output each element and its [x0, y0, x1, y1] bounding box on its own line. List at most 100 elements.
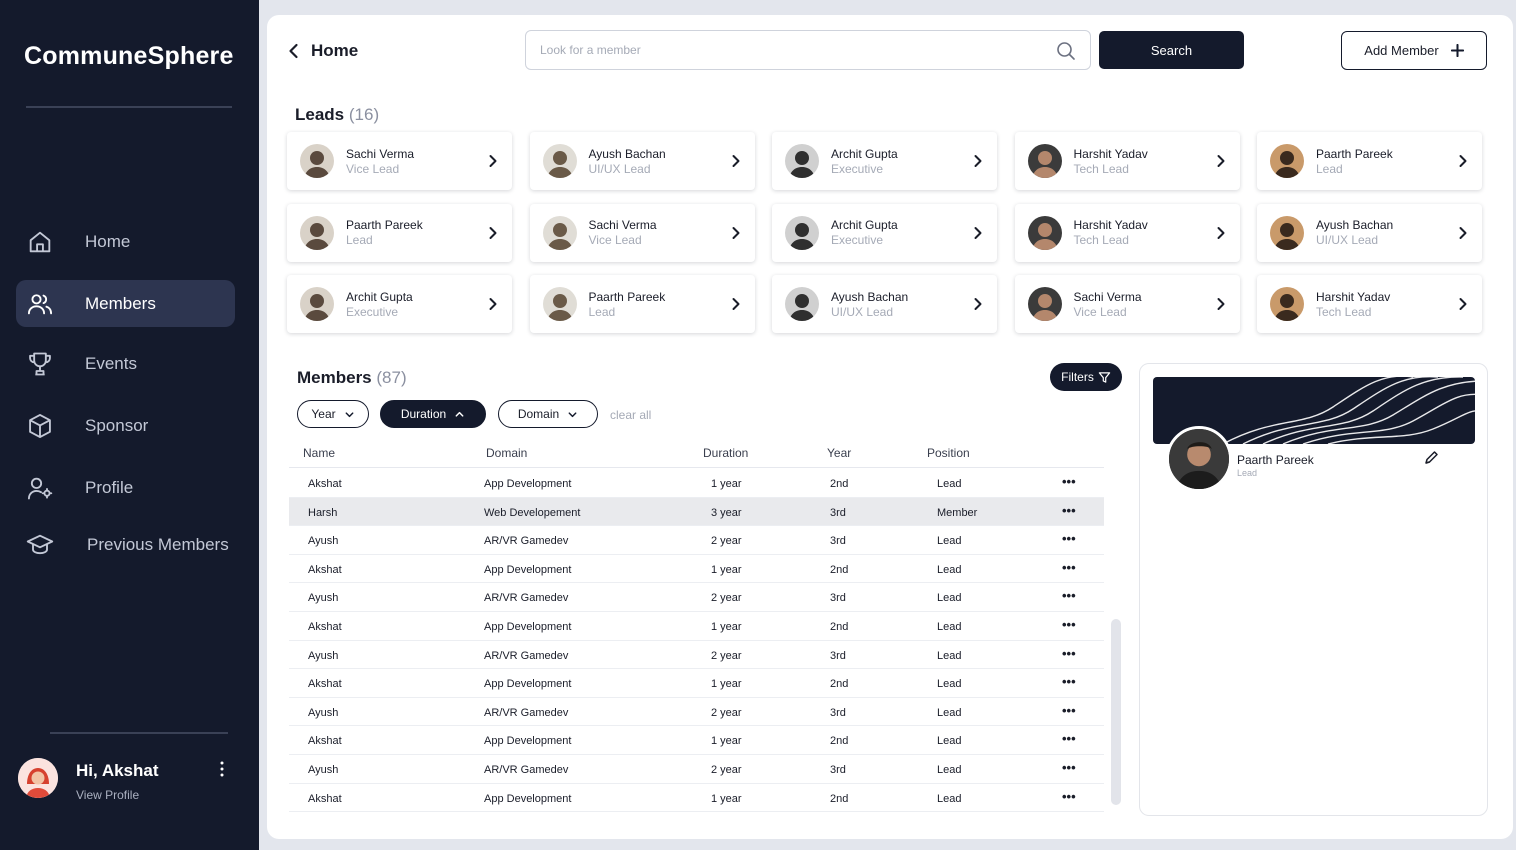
table-row[interactable]: Akshat App Development 1 year 2nd Lead •••: [289, 469, 1104, 498]
table-row[interactable]: Akshat App Development 1 year 2nd Lead •••: [289, 726, 1104, 755]
home-icon: [25, 227, 55, 257]
cell-duration: 2 year: [711, 535, 742, 548]
lead-card[interactable]: Paarth Pareek Lead: [287, 203, 512, 262]
add-member-button[interactable]: Add Member: [1341, 31, 1487, 70]
cell-year: 2nd: [830, 478, 849, 490]
chevron-right-icon: [1217, 298, 1224, 310]
row-menu-icon[interactable]: •••: [1062, 560, 1076, 575]
cube-icon: [25, 411, 55, 441]
sidebar-item-sponsor[interactable]: Sponsor: [16, 402, 235, 449]
table-row[interactable]: Akshat App Development 1 year 2nd Lead •••: [289, 612, 1104, 641]
row-menu-icon[interactable]: •••: [1062, 703, 1076, 718]
chevron-right-icon: [732, 155, 739, 167]
cell-domain: AR/VR Gamedev: [484, 649, 569, 662]
lead-card[interactable]: Sachi Verma Vice Lead: [1014, 275, 1240, 333]
users-icon: [25, 289, 55, 319]
row-menu-icon[interactable]: •••: [1062, 531, 1076, 546]
lead-card[interactable]: Sachi Verma Vice Lead: [287, 132, 512, 190]
leads-title: Leads: [295, 105, 345, 124]
table-scrollbar[interactable]: [1111, 619, 1121, 805]
row-menu-icon[interactable]: •••: [1062, 588, 1076, 603]
column-header-position[interactable]: Position: [927, 446, 970, 460]
back-button[interactable]: Home: [285, 41, 358, 61]
sidebar-item-label: Members: [85, 293, 156, 313]
cell-duration: 1 year: [711, 678, 742, 691]
cell-name: Akshat: [308, 678, 342, 691]
lead-card[interactable]: Archit Gupta Executive: [772, 203, 997, 262]
row-menu-icon[interactable]: •••: [1062, 474, 1076, 489]
lead-role: Tech Lead: [1073, 233, 1129, 247]
filters-label: Filters: [1061, 370, 1094, 384]
sidebar-item-previous-members[interactable]: Previous Members: [16, 521, 235, 568]
row-menu-icon[interactable]: •••: [1062, 674, 1076, 689]
lead-card[interactable]: Archit Gupta Executive: [287, 275, 512, 333]
member-profile-card: Paarth Pareek Lead: [1139, 363, 1488, 816]
row-menu-icon[interactable]: •••: [1062, 646, 1076, 661]
row-menu-icon[interactable]: •••: [1062, 617, 1076, 632]
lead-role: Tech Lead: [1073, 161, 1129, 176]
year-filter-chip[interactable]: Year: [297, 400, 369, 428]
avatar: [785, 287, 819, 321]
lead-card[interactable]: Harshit Yadav Tech Lead: [1014, 203, 1240, 262]
table-row[interactable]: Ayush AR/VR Gamedev 2 year 3rd Lead •••: [289, 641, 1104, 670]
avatar: [542, 144, 577, 178]
domain-filter-chip[interactable]: Domain: [498, 400, 598, 428]
lead-card[interactable]: Sachi Verma Vice Lead: [529, 203, 755, 262]
column-header-year[interactable]: Year: [827, 446, 851, 460]
column-header-duration[interactable]: Duration: [703, 446, 748, 460]
chip-label: Year: [311, 407, 336, 421]
lead-card[interactable]: Paarth Pareek Lead: [1257, 132, 1482, 190]
search-button[interactable]: Search: [1099, 31, 1244, 69]
lead-role: Vice Lead: [1073, 304, 1127, 319]
lead-card[interactable]: Ayush Bachan UI/UX Lead: [529, 132, 755, 190]
sidebar-item-label: Home: [85, 231, 131, 251]
column-header-domain[interactable]: Domain: [486, 446, 527, 460]
table-row[interactable]: Akshat App Development 1 year 2nd Lead •••: [289, 555, 1104, 584]
cell-year: 3rd: [830, 506, 846, 519]
cell-domain: App Development: [484, 478, 572, 490]
filters-button[interactable]: Filters: [1050, 363, 1122, 391]
cell-year: 3rd: [830, 592, 846, 605]
duration-filter-chip[interactable]: Duration: [380, 400, 486, 428]
lead-role: Executive: [831, 233, 884, 247]
lead-name: Harshit Yadav: [1073, 146, 1148, 161]
row-menu-icon[interactable]: •••: [1062, 503, 1076, 518]
lead-role: Lead: [346, 233, 373, 247]
search-input[interactable]: [540, 43, 1040, 57]
search-icon[interactable]: [1056, 41, 1076, 61]
table-row[interactable]: Ayush AR/VR Gamedev 2 year 3rd Lead •••: [289, 583, 1104, 612]
table-row[interactable]: Ayush AR/VR Gamedev 2 year 3rd Lead •••: [289, 526, 1104, 555]
table-row[interactable]: Ayush AR/VR Gamedev 2 year 3rd Lead •••: [289, 755, 1104, 784]
cell-domain: App Development: [484, 678, 572, 691]
cell-year: 2nd: [830, 621, 849, 633]
lead-card[interactable]: Archit Gupta Executive: [772, 132, 997, 190]
sidebar-item-home[interactable]: Home: [16, 218, 235, 265]
row-menu-icon[interactable]: •••: [1062, 731, 1076, 746]
chevron-right-icon: [732, 298, 739, 310]
sidebar-item-events[interactable]: Events: [16, 340, 235, 387]
search-field[interactable]: [525, 30, 1091, 70]
row-menu-icon[interactable]: •••: [1062, 760, 1076, 775]
graduation-cap-icon: [25, 530, 55, 560]
lead-card[interactable]: Harshit Yadav Tech Lead: [1014, 132, 1240, 190]
lead-card[interactable]: Ayush Bachan UI/UX Lead: [1257, 203, 1482, 262]
more-vertical-icon[interactable]: [216, 759, 228, 779]
pencil-icon[interactable]: [1423, 450, 1439, 466]
lead-card[interactable]: Harshit Yadav Tech Lead: [1257, 275, 1482, 333]
lead-name: Harshit Yadav: [1073, 218, 1148, 232]
avatar: [1270, 215, 1304, 250]
column-header-name[interactable]: Name: [303, 446, 335, 460]
view-profile-link[interactable]: View Profile: [76, 788, 139, 802]
lead-card[interactable]: Paarth Pareek Lead: [529, 275, 755, 333]
lead-card[interactable]: Ayush Bachan UI/UX Lead: [772, 275, 997, 333]
table-row[interactable]: Harsh Web Developement 3 year 3rd Member •••: [289, 497, 1104, 527]
sidebar-item-profile[interactable]: Profile: [16, 464, 235, 511]
sidebar-item-members[interactable]: Members: [16, 280, 235, 327]
current-user[interactable]: Hi, Akshat View Profile: [18, 757, 238, 807]
table-row[interactable]: Akshat App Development 1 year 2nd Lead •••: [289, 669, 1104, 698]
clear-all-link[interactable]: clear all: [610, 408, 651, 422]
cell-position: Lead: [937, 678, 962, 691]
table-row[interactable]: Akshat App Development 1 year 2nd Lead •••: [289, 784, 1104, 813]
row-menu-icon[interactable]: •••: [1062, 789, 1076, 804]
table-row[interactable]: Ayush AR/VR Gamedev 2 year 3rd Lead •••: [289, 698, 1104, 727]
